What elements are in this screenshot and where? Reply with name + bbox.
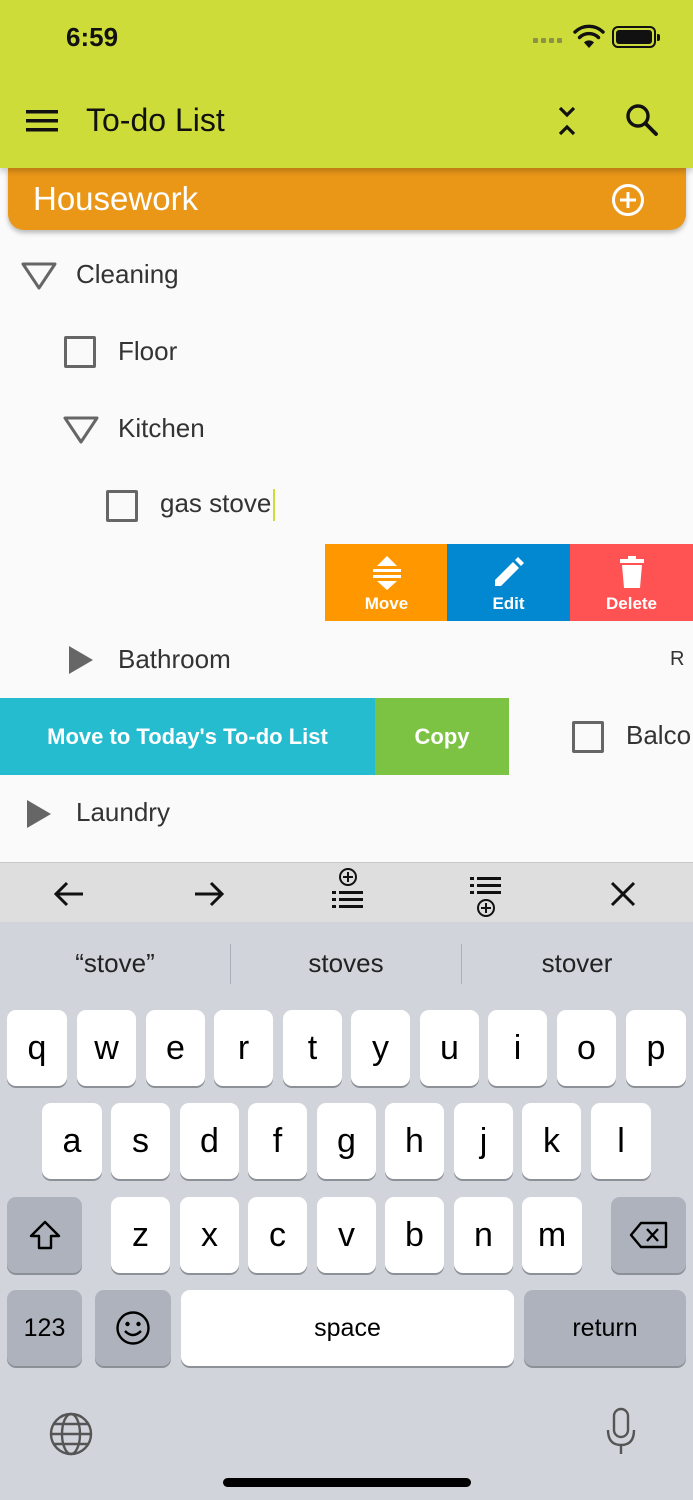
tree-item-bathroom[interactable]: Bathroom <box>118 644 231 675</box>
key-l[interactable]: l <box>591 1103 651 1179</box>
numbers-key[interactable]: 123 <box>7 1290 82 1366</box>
shift-icon <box>29 1220 60 1250</box>
add-subitem-above-icon[interactable] <box>324 865 370 917</box>
expanded-triangle-icon[interactable] <box>62 414 100 446</box>
collapsed-triangle-icon[interactable] <box>66 643 96 677</box>
category-header[interactable]: Housework <box>8 168 686 230</box>
edit-action-label: Edit <box>492 594 525 613</box>
checkbox-gas-stove[interactable] <box>106 490 138 522</box>
move-to-today-button[interactable]: Move to Today's To-do List <box>0 698 375 775</box>
return-key[interactable]: return <box>524 1290 686 1366</box>
delete-action-label: Delete <box>605 594 658 613</box>
tree-item-kitchen[interactable]: Kitchen <box>118 413 205 444</box>
key-s[interactable]: s <box>111 1103 170 1179</box>
key-z[interactable]: z <box>111 1197 170 1273</box>
space-key[interactable]: space <box>181 1290 514 1366</box>
move-icon <box>373 556 401 590</box>
trash-icon <box>620 556 644 588</box>
key-v[interactable]: v <box>317 1197 376 1273</box>
key-t[interactable]: t <box>283 1010 342 1086</box>
shift-key[interactable] <box>7 1197 82 1273</box>
wifi-icon <box>573 24 605 48</box>
suggestion-1[interactable]: “stove” <box>0 948 230 979</box>
home-indicator <box>223 1478 471 1487</box>
key-y[interactable]: y <box>351 1010 410 1086</box>
add-subitem-below-icon[interactable] <box>462 873 508 925</box>
page-title: To-do List <box>86 102 225 138</box>
arrow-right-icon[interactable] <box>185 871 231 917</box>
text-caret <box>273 489 276 522</box>
move-action-label: Move <box>364 594 409 613</box>
gas-stove-text: gas stove <box>160 488 272 518</box>
backspace-icon <box>629 1221 667 1249</box>
key-f[interactable]: f <box>248 1103 307 1179</box>
emoji-icon <box>116 1311 150 1345</box>
tree-item-gas-stove-input[interactable]: gas stove <box>160 488 276 522</box>
checkbox-balcony[interactable] <box>572 721 604 753</box>
emoji-key[interactable] <box>95 1290 171 1366</box>
search-icon[interactable] <box>622 100 662 140</box>
key-k[interactable]: k <box>522 1103 581 1179</box>
tree-item-balcony[interactable]: Balco <box>626 720 693 751</box>
copy-button[interactable]: Copy <box>375 698 509 775</box>
key-h[interactable]: h <box>385 1103 444 1179</box>
key-c[interactable]: c <box>248 1197 307 1273</box>
battery-icon <box>612 26 660 48</box>
bathroom-trailing-text: R <box>670 648 685 670</box>
key-w[interactable]: w <box>77 1010 136 1086</box>
key-m[interactable]: m <box>522 1197 582 1273</box>
collapsed-triangle-icon[interactable] <box>24 797 54 831</box>
keyboard: “stove” stoves stover q w e r t y u i o … <box>0 922 693 1500</box>
key-u[interactable]: u <box>420 1010 479 1086</box>
key-q[interactable]: q <box>7 1010 67 1086</box>
move-action-button[interactable]: Move <box>325 544 448 621</box>
checkbox-floor[interactable] <box>64 336 96 368</box>
key-o[interactable]: o <box>557 1010 616 1086</box>
category-title: Housework <box>33 180 199 217</box>
key-i[interactable]: i <box>488 1010 547 1086</box>
globe-icon[interactable] <box>47 1410 95 1458</box>
key-b[interactable]: b <box>385 1197 444 1273</box>
close-icon[interactable] <box>600 871 646 917</box>
key-p[interactable]: p <box>626 1010 686 1086</box>
key-r[interactable]: r <box>214 1010 273 1086</box>
key-n[interactable]: n <box>454 1197 513 1273</box>
suggestion-3[interactable]: stover <box>462 948 692 979</box>
key-e[interactable]: e <box>146 1010 205 1086</box>
arrow-left-icon[interactable] <box>47 871 93 917</box>
status-time: 6:59 <box>66 22 119 52</box>
key-d[interactable]: d <box>180 1103 239 1179</box>
microphone-icon[interactable] <box>603 1406 639 1460</box>
keyboard-toolbar <box>0 862 693 922</box>
add-circle-icon[interactable] <box>610 182 646 218</box>
key-a[interactable]: a <box>42 1103 102 1179</box>
menu-icon[interactable] <box>22 104 62 138</box>
suggestion-2[interactable]: stoves <box>231 948 461 979</box>
key-x[interactable]: x <box>180 1197 239 1273</box>
backspace-key[interactable] <box>611 1197 686 1273</box>
expanded-triangle-icon[interactable] <box>20 260 58 292</box>
key-g[interactable]: g <box>317 1103 376 1179</box>
tree-item-laundry[interactable]: Laundry <box>76 797 170 828</box>
delete-action-button[interactable]: Delete <box>570 544 693 621</box>
collapse-all-icon[interactable] <box>550 102 584 140</box>
tree-item-floor[interactable]: Floor <box>118 336 177 367</box>
edit-action-button[interactable]: Edit <box>447 544 570 621</box>
tree-item-cleaning[interactable]: Cleaning <box>76 259 179 290</box>
cellular-signal-icon <box>533 38 562 43</box>
pencil-icon <box>495 557 524 586</box>
key-j[interactable]: j <box>454 1103 513 1179</box>
app-bar: 6:59 To-do List <box>0 0 693 168</box>
